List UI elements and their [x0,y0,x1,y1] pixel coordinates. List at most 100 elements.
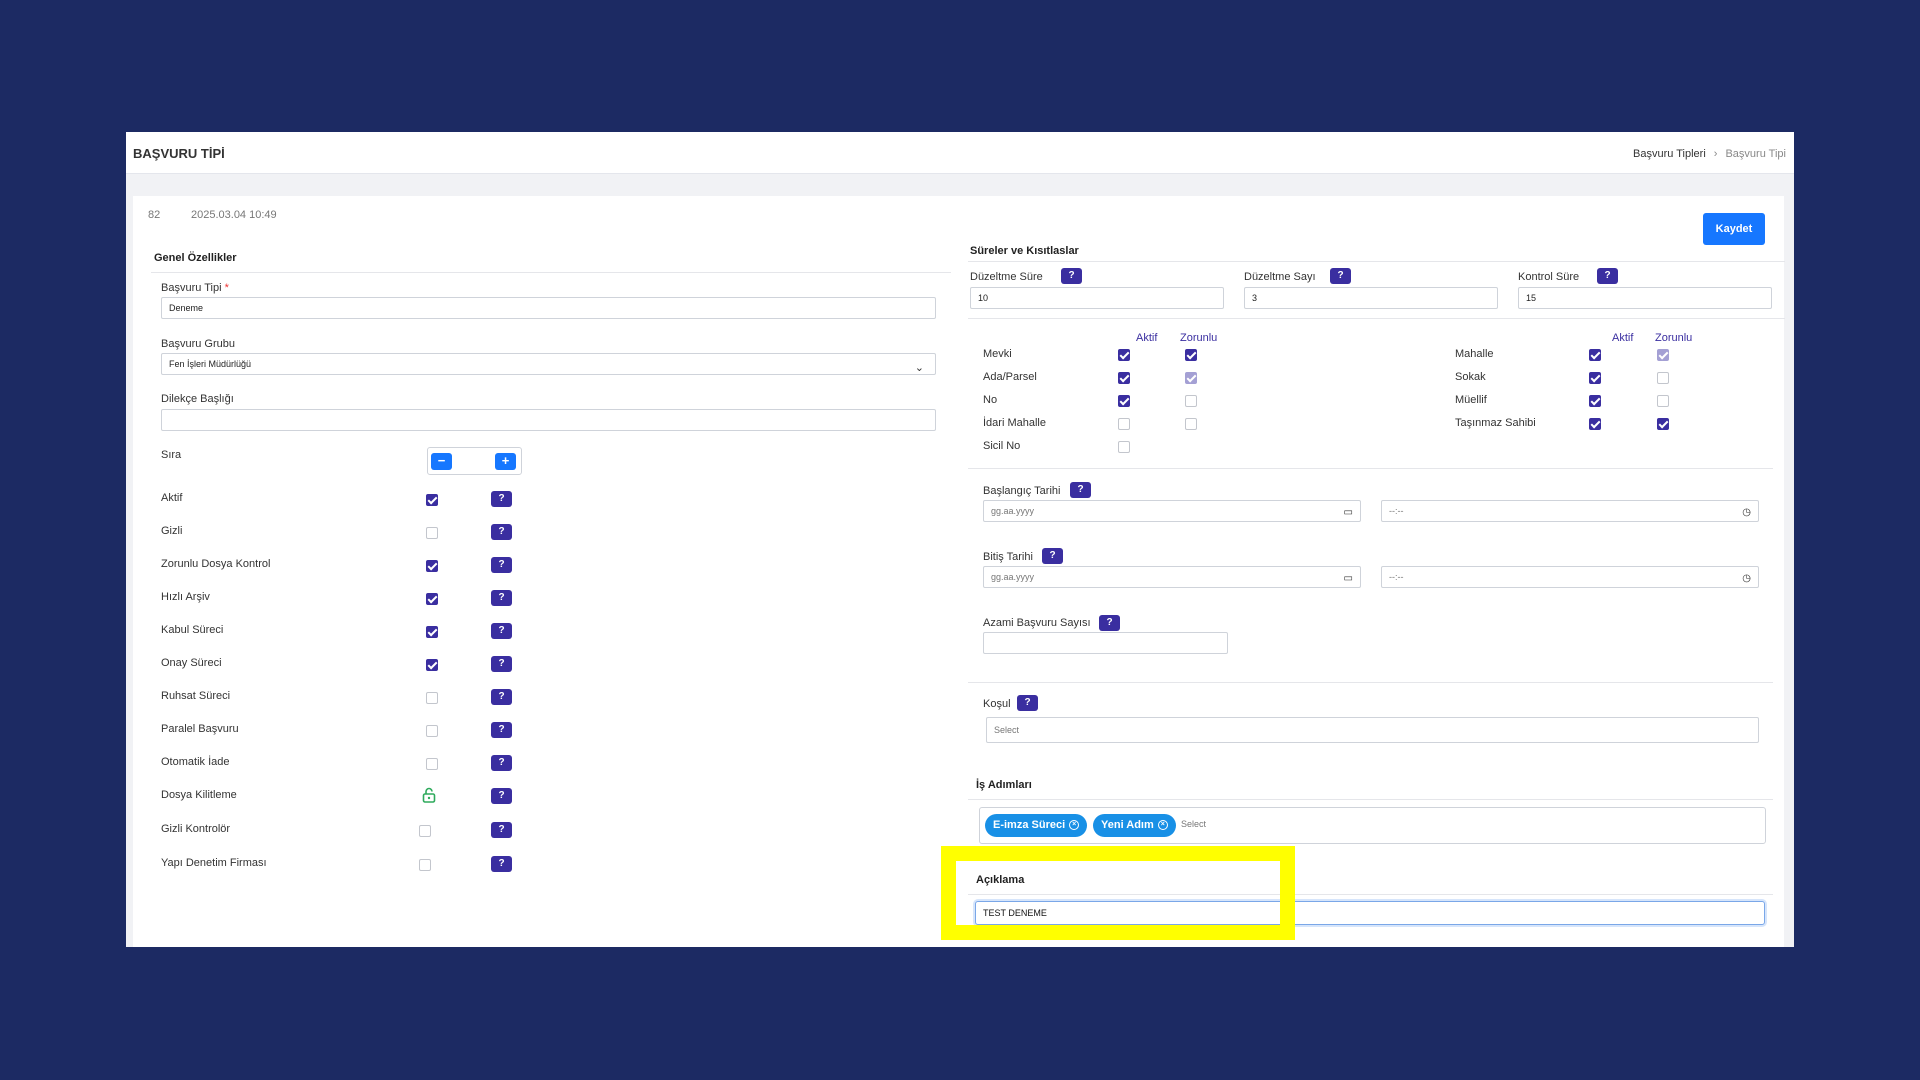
bitis-date-input[interactable]: gg.aa.yyyy ▭ [983,566,1361,588]
dilekce-basligi-label: Dilekçe Başlığı [161,393,234,405]
decrement-button[interactable]: − [431,453,452,470]
help-button[interactable]: ? [1070,482,1091,498]
option-label-paralel: Paralel Başvuru [161,723,239,735]
kosul-select[interactable]: Select [986,717,1759,743]
kontrol-sure-label: Kontrol Süre [1518,271,1580,283]
field-label-tasinmaz-sahibi: Taşınmaz Sahibi [1455,417,1536,429]
checkbox-yapi-denetim[interactable] [419,859,431,871]
highlight-box [941,846,1295,940]
increment-button[interactable]: + [495,453,516,470]
close-icon[interactable]: × [1069,820,1080,831]
checkbox-ada-parsel-zorunlu[interactable] [1185,372,1197,384]
help-button[interactable]: ? [1330,268,1351,284]
baslangic-time-input[interactable]: --:-- ◷ [1381,500,1759,522]
baslangic-date-input[interactable]: gg.aa.yyyy ▭ [983,500,1361,522]
help-button[interactable]: ? [491,722,512,738]
checkbox-tasinmaz-zorunlu[interactable] [1657,418,1669,430]
field-label-idari-mahalle: İdari Mahalle [983,417,1046,429]
help-button[interactable]: ? [1017,695,1038,711]
checkbox-sicil-no-aktif[interactable] [1118,441,1130,453]
unlock-icon[interactable] [422,787,436,808]
step-tag[interactable]: E-imza Süreci × [985,814,1088,837]
field-label-mahalle: Mahalle [1455,348,1494,360]
azami-label: Azami Başvuru Sayısı [983,617,1091,629]
clock-icon: ◷ [1742,507,1751,518]
help-button[interactable]: ? [1042,548,1063,564]
checkbox-idari-mahalle-aktif[interactable] [1118,418,1130,430]
help-button[interactable]: ? [491,822,512,838]
divider [968,318,1785,319]
bitis-time-input[interactable]: --:-- ◷ [1381,566,1759,588]
kontrol-sure-input[interactable]: 15 [1518,287,1772,309]
help-button[interactable]: ? [491,788,512,804]
checkbox-no-zorunlu[interactable] [1185,395,1197,407]
record-date: 2025.03.04 10:49 [191,209,277,221]
help-button[interactable]: ? [491,656,512,672]
help-button[interactable]: ? [491,689,512,705]
basvuru-tipi-input[interactable]: Deneme [161,297,936,319]
help-button[interactable]: ? [1597,268,1618,284]
option-label-onay: Onay Süreci [161,657,222,669]
checkbox-ada-parsel-aktif[interactable] [1118,372,1130,384]
azami-input[interactable] [983,632,1228,654]
help-button[interactable]: ? [491,755,512,771]
duzeltme-sure-input[interactable]: 10 [970,287,1224,309]
checkbox-mahalle-aktif[interactable] [1589,349,1601,361]
help-button[interactable]: ? [1061,268,1082,284]
calendar-icon: ▭ [1343,507,1353,518]
checkbox-paralel[interactable] [426,725,438,737]
help-button[interactable]: ? [491,623,512,639]
option-label-zorunlu-dosya: Zorunlu Dosya Kontrol [161,558,271,570]
field-label-muellif: Müellif [1455,394,1487,406]
checkbox-sokak-aktif[interactable] [1589,372,1601,384]
breadcrumb-link[interactable]: Başvuru Tipleri [1633,148,1706,160]
dilekce-basligi-input[interactable] [161,409,936,431]
checkbox-tasinmaz-aktif[interactable] [1589,418,1601,430]
checkbox-otomatik-iade[interactable] [426,758,438,770]
checkbox-sokak-zorunlu[interactable] [1657,372,1669,384]
divider [968,682,1773,683]
checkbox-muellif-aktif[interactable] [1589,395,1601,407]
help-button[interactable]: ? [491,491,512,507]
breadcrumb: Başvuru Tipleri › Başvuru Tipi [1633,148,1786,160]
breadcrumb-current: Başvuru Tipi [1725,148,1786,160]
kosul-label: Koşul [983,698,1011,710]
checkbox-kabul[interactable] [426,626,438,638]
checkbox-muellif-zorunlu[interactable] [1657,395,1669,407]
sira-stepper: − + [427,447,522,475]
option-label-kabul: Kabul Süreci [161,624,224,636]
help-button[interactable]: ? [1099,615,1120,631]
checkbox-gizli-kontrolor[interactable] [419,825,431,837]
help-button[interactable]: ? [491,524,512,540]
help-button[interactable]: ? [491,590,512,606]
help-button[interactable]: ? [491,557,512,573]
checkbox-mevki-zorunlu[interactable] [1185,349,1197,361]
basvuru-grubu-select[interactable]: Fen İşleri Müdürlüğü ⌄ [161,353,936,375]
step-tag[interactable]: Yeni Adım × [1093,814,1176,837]
checkbox-mevki-aktif[interactable] [1118,349,1130,361]
close-icon[interactable]: × [1157,820,1168,831]
checkbox-zorunlu-dosya[interactable] [426,560,438,572]
checkbox-aktif[interactable] [426,494,438,506]
baslangic-label: Başlangıç Tarihi [983,485,1061,497]
field-label-ada-parsel: Ada/Parsel [983,371,1037,383]
duzeltme-sayi-label: Düzeltme Sayı [1244,271,1316,283]
checkbox-onay[interactable] [426,659,438,671]
steps-multiselect[interactable]: E-imza Süreci × Yeni Adım × Select [979,807,1766,844]
field-label-sicil-no: Sicil No [983,440,1021,452]
record-id: 82 [148,209,161,221]
checkbox-mahalle-zorunlu[interactable] [1657,349,1669,361]
checkbox-no-aktif[interactable] [1118,395,1130,407]
help-button[interactable]: ? [491,856,512,872]
save-button[interactable]: Kaydet [1703,213,1765,245]
option-label-dosya-kilitleme: Dosya Kilitleme [161,789,237,801]
checkbox-gizli[interactable] [426,527,438,539]
divider [968,799,1773,800]
chevron-right-icon: › [1713,148,1718,160]
duzeltme-sayi-input[interactable]: 3 [1244,287,1498,309]
checkbox-ruhsat[interactable] [426,692,438,704]
option-label-aktif: Aktif [161,492,183,504]
checkbox-hizli-arsiv[interactable] [426,593,438,605]
checkbox-idari-mahalle-zorunlu[interactable] [1185,418,1197,430]
col-header-aktif: Aktif [1612,332,1634,344]
